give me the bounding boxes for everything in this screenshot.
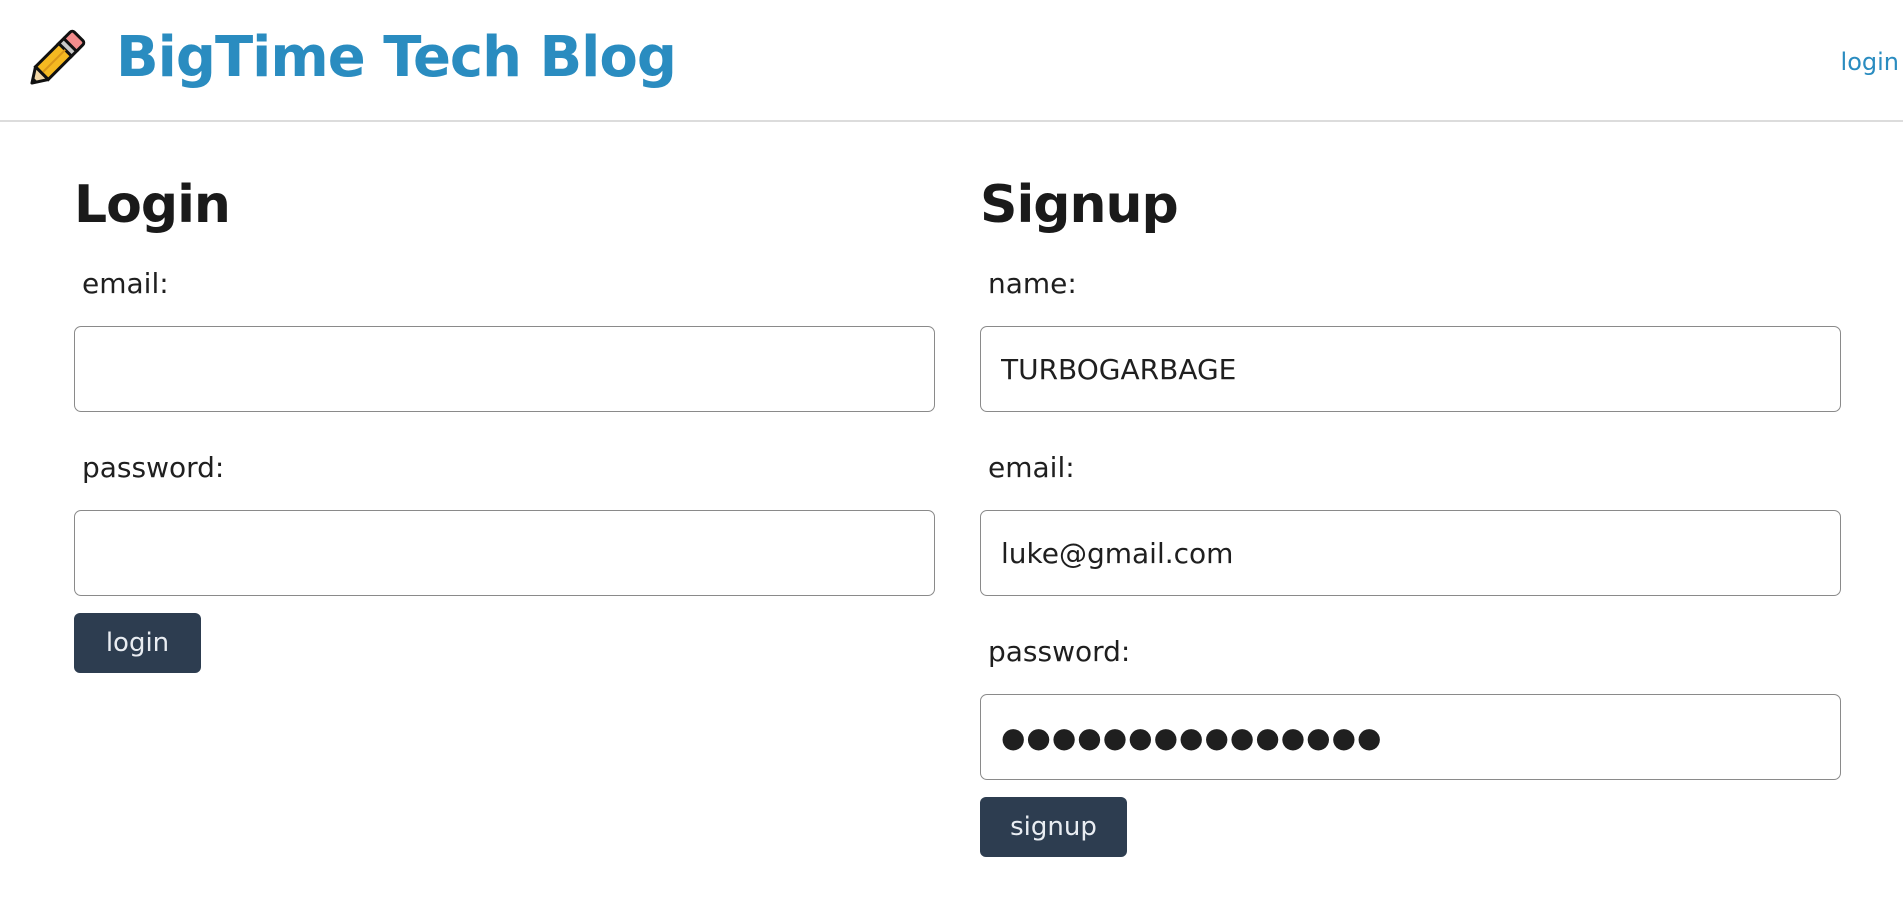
signup-button[interactable]: signup	[980, 797, 1127, 857]
login-panel: Login email: password: login	[74, 172, 936, 673]
site-title[interactable]: BigTime Tech Blog	[116, 20, 677, 96]
signup-heading: Signup	[980, 175, 1179, 235]
signup-name-label: name:	[988, 267, 1077, 300]
login-button[interactable]: login	[74, 613, 201, 673]
login-password-label: password:	[82, 451, 225, 484]
site-header: BigTime Tech Blog login	[0, 0, 1903, 122]
nav-login-link[interactable]: login	[1841, 48, 1899, 76]
signup-password-label: password:	[988, 635, 1131, 668]
signup-email-label: email:	[988, 451, 1075, 484]
login-heading: Login	[74, 175, 231, 235]
login-email-input[interactable]	[74, 326, 935, 412]
signup-password-input[interactable]	[980, 694, 1841, 780]
login-email-label: email:	[82, 267, 169, 300]
signup-name-input[interactable]	[980, 326, 1841, 412]
pencil-icon	[30, 29, 86, 85]
login-password-input[interactable]	[74, 510, 935, 596]
signup-panel: Signup name: email: password: signup	[980, 172, 1842, 857]
signup-email-input[interactable]	[980, 510, 1841, 596]
